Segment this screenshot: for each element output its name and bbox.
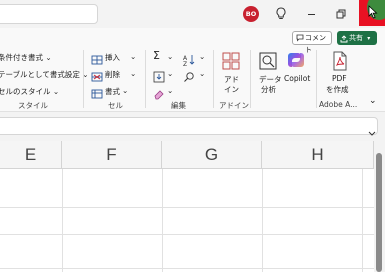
chevron-down-icon[interactable]: ⌄: [122, 86, 128, 95]
chevron-down-icon: ⌄: [45, 53, 52, 62]
delete-button[interactable]: 削除: [105, 69, 120, 80]
grid-line: [62, 169, 63, 272]
format-button[interactable]: 書式: [105, 86, 120, 97]
mouse-cursor-icon: [368, 4, 378, 23]
group-label-addins: アドイン: [219, 101, 249, 110]
title-bar: BO: [0, 0, 385, 28]
column-header-h[interactable]: H: [262, 141, 374, 169]
ribbon-separator: [83, 50, 84, 108]
grid-line: [362, 169, 363, 272]
ribbon-separator: [213, 50, 214, 108]
restore-icon[interactable]: [331, 5, 349, 23]
create-pdf-button-line2[interactable]: を作成: [326, 84, 349, 95]
share-icon: [340, 34, 348, 48]
avatar[interactable]: BO: [243, 6, 259, 22]
autosum-icon[interactable]: Σ: [153, 49, 160, 62]
group-label-cells: セル: [108, 101, 123, 110]
svg-text:Z: Z: [183, 61, 187, 66]
search-box[interactable]: [0, 4, 98, 24]
copilot-button[interactable]: Copilot: [284, 74, 310, 83]
chevron-down-icon[interactable]: ⌄: [167, 69, 173, 78]
formula-bar: [0, 114, 385, 138]
data-analysis-icon[interactable]: [258, 51, 278, 75]
find-search-icon[interactable]: [183, 68, 195, 87]
ribbon-separator: [250, 50, 251, 108]
grid-line: [162, 169, 163, 272]
spreadsheet-grid[interactable]: E F G H: [0, 141, 374, 272]
data-analysis-button-line2[interactable]: 分析: [261, 84, 276, 95]
copilot-icon[interactable]: [286, 50, 306, 74]
scrollbar-thumb[interactable]: [376, 153, 382, 272]
column-header-e[interactable]: E: [0, 141, 62, 169]
grid-line: [0, 268, 374, 269]
comment-icon: [296, 34, 304, 46]
grid-line: [262, 169, 263, 272]
cell-styles-button[interactable]: セルのスタイル ⌄: [0, 86, 59, 97]
addins-button-line2[interactable]: イン: [224, 84, 239, 95]
conditional-format-button[interactable]: 条件付き書式 ⌄: [0, 52, 52, 63]
column-header-g[interactable]: G: [162, 141, 262, 169]
addins-icon[interactable]: [221, 51, 241, 75]
chevron-down-icon[interactable]: ⌄: [199, 69, 205, 78]
group-label-editing: 編集: [171, 101, 186, 110]
grid-line: [0, 207, 374, 208]
chevron-down-icon[interactable]: ⌄: [130, 69, 136, 78]
format-as-table-button[interactable]: テーブルとして書式設定 ⌄: [0, 69, 89, 80]
ribbon-separator: [316, 50, 317, 108]
pdf-icon[interactable]: [331, 51, 349, 75]
chevron-down-icon[interactable]: ⌄: [167, 86, 173, 95]
chevron-down-icon: ▾: [367, 35, 371, 42]
insert-button[interactable]: 挿入: [105, 52, 120, 63]
create-pdf-button-line1[interactable]: PDF: [332, 74, 347, 83]
comment-button[interactable]: コメント: [292, 31, 332, 54]
group-label-styles: スタイル: [18, 101, 48, 110]
share-button[interactable]: 共有 ▾: [337, 31, 377, 45]
clear-eraser-icon[interactable]: [153, 85, 165, 104]
expand-formula-chevron-icon[interactable]: [368, 122, 376, 141]
chevron-down-icon[interactable]: ⌄: [199, 52, 205, 61]
chevron-down-icon: ⌄: [52, 87, 60, 96]
format-icon: [91, 85, 103, 104]
close-button[interactable]: [359, 0, 385, 26]
column-header-f[interactable]: F: [62, 141, 162, 169]
chevron-down-icon[interactable]: ⌄: [167, 52, 173, 61]
collapse-ribbon-chevron-icon[interactable]: ⌄: [369, 96, 377, 106]
vertical-scrollbar[interactable]: [374, 141, 385, 272]
minimize-icon[interactable]: [303, 5, 321, 23]
formula-input[interactable]: [0, 117, 378, 135]
group-label-adobe: Adobe A...: [319, 100, 358, 109]
ribbon-separator: [145, 50, 146, 108]
lightbulb-icon[interactable]: [272, 5, 290, 23]
grid-line: [0, 234, 374, 235]
ribbon: コメント 共有 ▾ 条件付き書式 ⌄ テーブルとして書式設定 ⌄ セルのスタイル…: [0, 28, 385, 112]
chevron-down-icon[interactable]: ⌄: [130, 52, 136, 61]
